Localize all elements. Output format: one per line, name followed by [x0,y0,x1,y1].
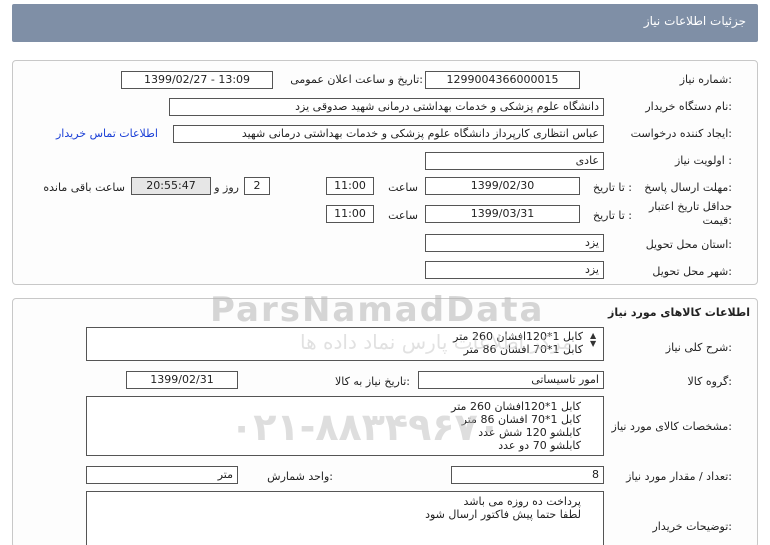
watermark-phone: ۰۲۱-۸۸۳۴۹۶۷۰ [230,405,501,449]
buyer-org-field: دانشگاه علوم پزشکی و خدمات بهداشتی درمان… [169,98,604,116]
window-title: جزئیات اطلاعات نیاز [643,14,746,28]
notes-line: پرداخت ده روزه می باشد [463,495,582,508]
notes-line: لطفا حتما پیش فاکتور ارسال شود [425,508,581,521]
qty-field: 8 [451,466,604,484]
creator-label: ایجاد کننده درخواست: [630,127,732,140]
goods-section-title: اطلاعات کالاهای مورد نیاز [608,306,750,319]
unit-label: واحد شمارش: [267,470,333,483]
watermark-sub: مرکز اطلاعات پارس نماد داده ها [300,330,573,354]
province-label: استان محل تحویل: [645,238,732,251]
province-field: یزد [425,234,604,252]
priority-label: اولویت نیاز : [674,154,732,167]
reply-date-field: 1399/02/30 [425,177,580,195]
need-info-panel [12,60,758,285]
group-label: گروه کالا: [687,375,732,388]
announce-label: تاریخ و ساعت اعلان عمومی: [290,73,423,86]
validity-label: حداقل تاریخ اعتبار قیمت: [648,200,732,227]
reply-to-date-label: تا تاریخ : [593,181,632,194]
desc-label: شرح کلی نیاز: [665,341,732,354]
scroll-down-icon[interactable]: ▼ [590,339,596,348]
watermark-brand: ParsNamadData [210,290,545,330]
notes-label: توضیحات خریدار: [652,520,733,533]
group-field: امور تاسیساتی [418,371,604,389]
buyer-org-label: نام دستگاه خریدار: [645,100,732,113]
specs-label: مشخصات کالای مورد نیاز: [611,420,732,433]
qty-label: تعداد / مقدار مورد نیاز: [626,470,732,483]
title-bar: جزئیات اطلاعات نیاز [12,4,758,42]
need-date-label: تاریخ نیاز به کالا: [335,375,410,388]
priority-field: عادی [425,152,604,170]
reply-deadline-label: مهلت ارسال پاسخ: [644,181,732,194]
days-field: 2 [244,177,270,195]
validity-time-field: 11:00 [326,205,374,223]
validity-time-label: ساعت [388,209,418,222]
need-number-field: 1299004366000015 [425,71,580,89]
remaining-time-field: 20:55:47 [131,177,211,195]
announce-field: 1399/02/27 - 13:09 [121,71,273,89]
validity-to-date-label: تا تاریخ : [593,209,632,222]
city-label: شهر محل تحویل: [652,265,732,278]
need-date-field: 1399/02/31 [126,371,238,389]
reply-time-label: ساعت [388,181,418,194]
creator-field: عباس انتظاری کارپرداز دانشگاه علوم پزشکی… [173,125,604,143]
validity-date-field: 1399/03/31 [425,205,580,223]
reply-time-field: 11:00 [326,177,374,195]
notes-field: پرداخت ده روزه می باشد لطفا حتما پیش فاک… [86,491,604,545]
buyer-contact-link[interactable]: اطلاعات تماس خریدار [56,127,158,140]
days-label: روز و [214,181,239,194]
unit-field: متر [86,466,238,484]
need-number-label: شماره نیاز: [679,73,732,86]
city-field: یزد [425,261,604,279]
remaining-label: ساعت باقی مانده [43,181,125,194]
